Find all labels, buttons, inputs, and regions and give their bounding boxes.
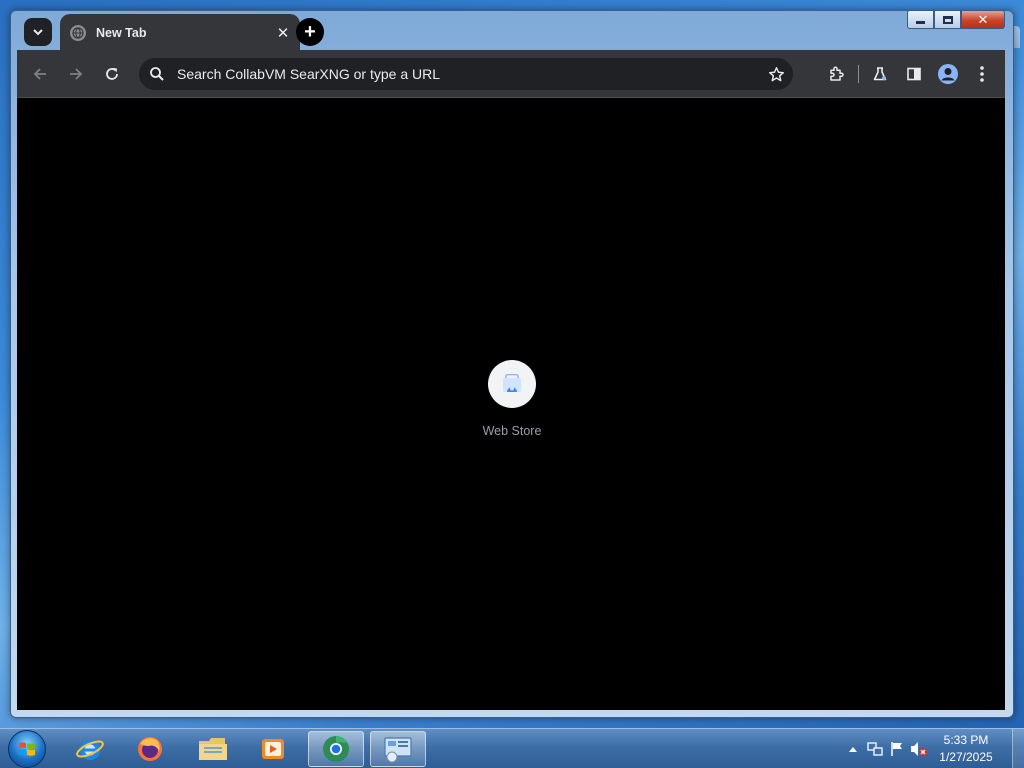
windows-logo-icon [19, 742, 35, 756]
globe-icon [70, 25, 86, 41]
omnibox-placeholder: Search CollabVM SearXNG or type a URL [177, 66, 440, 82]
profile-button[interactable] [931, 57, 965, 91]
shortcut-web-store[interactable]: Web Store [472, 360, 552, 438]
side-panel-button[interactable] [897, 57, 931, 91]
internet-explorer-icon [76, 740, 104, 760]
taskbar-file-explorer[interactable] [185, 731, 241, 767]
shortcut-label: Web Store [482, 424, 542, 438]
taskbar-chrome[interactable] [308, 731, 364, 767]
forward-button[interactable] [59, 57, 93, 91]
chevron-up-icon [849, 747, 857, 752]
side-panel-icon [907, 67, 921, 81]
omnibox[interactable]: Search CollabVM SearXNG or type a URL [139, 58, 793, 90]
window-controls: ✕ [907, 10, 1005, 29]
action-center-tray-button[interactable] [886, 738, 908, 760]
system-tray: 5:33 PM 1/27/2025 [842, 729, 1024, 768]
browser-toolbar: Search CollabVM SearXNG or type a URL [17, 50, 1005, 98]
file-explorer-icon [199, 738, 227, 760]
menu-button[interactable] [965, 57, 999, 91]
back-button[interactable] [23, 57, 57, 91]
labs-flask-icon [873, 67, 887, 81]
reload-button[interactable] [95, 57, 129, 91]
taskbar-internet-explorer[interactable] [62, 731, 118, 767]
chrome-icon [323, 735, 349, 762]
toolbar-actions [820, 57, 999, 91]
clock-time: 5:33 PM [943, 733, 989, 747]
tab-strip: New Tab ✕ + [17, 14, 897, 52]
tab-new-tab[interactable]: New Tab ✕ [60, 14, 300, 52]
volume-muted-icon [911, 742, 927, 756]
taskbar-firefox[interactable] [122, 731, 178, 767]
toolbar-separator [858, 65, 859, 83]
web-store-icon [503, 374, 521, 392]
profile-icon [938, 64, 958, 84]
taskbar-media-player[interactable] [245, 731, 301, 767]
media-player-icon [262, 739, 284, 759]
forward-arrow-icon [70, 67, 83, 80]
show-hidden-icons-button[interactable] [842, 738, 864, 760]
show-desktop-button[interactable] [1012, 729, 1024, 768]
menu-dots-icon [980, 66, 984, 82]
firefox-icon [138, 737, 162, 761]
flag-icon [891, 742, 902, 756]
volume-tray-button[interactable] [908, 738, 930, 760]
taskbar-clock[interactable]: 5:33 PM 1/27/2025 [930, 732, 1002, 766]
close-window-button[interactable]: ✕ [961, 10, 1005, 29]
chrome-labs-button[interactable] [863, 57, 897, 91]
maximize-icon [942, 15, 953, 24]
extensions-icon [830, 66, 844, 81]
chevron-down-icon [33, 29, 43, 36]
new-tab-button[interactable]: + [296, 18, 324, 46]
star-icon [768, 66, 784, 81]
network-tray-button[interactable] [864, 738, 886, 760]
extensions-button[interactable] [820, 57, 854, 91]
clock-date: 1/27/2025 [939, 750, 993, 764]
control-panel-icon [384, 737, 412, 763]
reload-icon [106, 67, 118, 80]
minimize-button[interactable] [907, 10, 934, 29]
new-tab-page: Web Store [17, 98, 1005, 710]
bookmark-star-button[interactable] [759, 58, 793, 90]
back-arrow-icon [33, 67, 46, 80]
tab-title: New Tab [96, 26, 147, 40]
minimize-icon [916, 21, 925, 24]
tab-search-button[interactable] [24, 18, 52, 46]
network-icon [867, 742, 883, 756]
tab-close-button[interactable]: ✕ [272, 22, 294, 44]
shortcut-icon-container [488, 360, 536, 408]
start-button[interactable] [8, 730, 46, 768]
taskbar: 5:33 PM 1/27/2025 [0, 728, 1024, 768]
maximize-button[interactable] [934, 10, 961, 29]
taskbar-control-panel[interactable] [370, 731, 426, 767]
search-icon [150, 67, 164, 81]
